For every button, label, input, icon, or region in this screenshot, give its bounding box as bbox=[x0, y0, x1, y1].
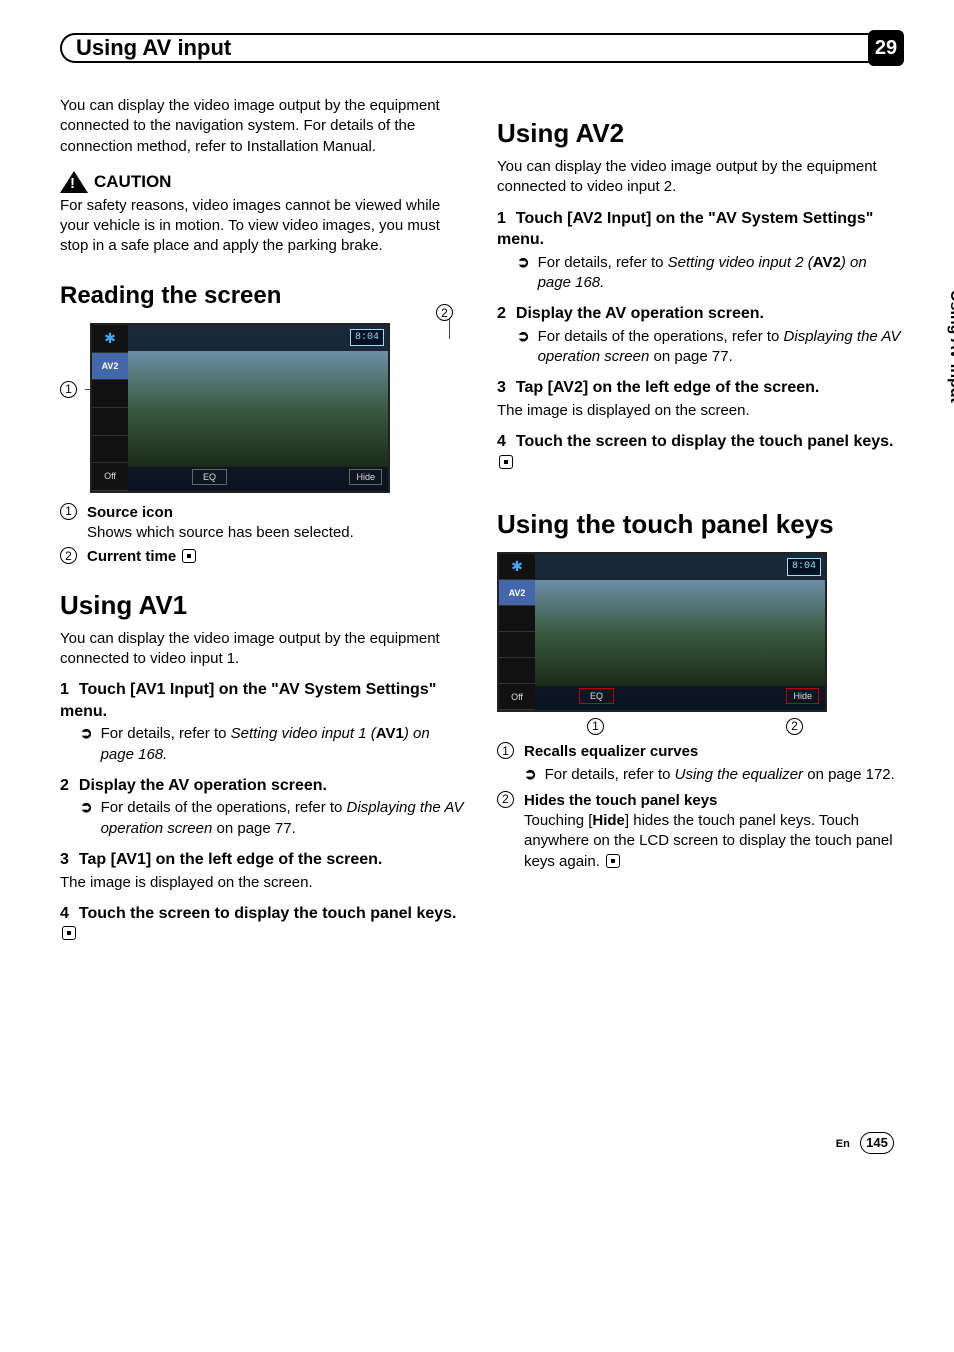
source-icon-desc: Shows which source has been selected. bbox=[87, 524, 354, 541]
av1-intro: You can display the video image output b… bbox=[60, 629, 467, 670]
page-footer: En 145 bbox=[497, 1132, 904, 1154]
ss-off: Off bbox=[499, 684, 535, 710]
heading-reading-screen: Reading the screen bbox=[60, 280, 467, 312]
annotation-2: 2 bbox=[436, 303, 457, 323]
av2-step-4: 4Touch the screen to display the touch p… bbox=[497, 431, 904, 473]
end-mark-icon bbox=[62, 926, 76, 940]
hides-keys-label: Hides the touch panel keys bbox=[524, 792, 717, 809]
caution-heading: CAUTION bbox=[94, 171, 171, 194]
ss-hide-button: Hide bbox=[349, 469, 382, 485]
av1-step-2: 2Display the AV operation screen. bbox=[60, 775, 467, 797]
ss-source-av2: AV2 bbox=[499, 580, 535, 606]
ss-eq-button-highlighted: EQ bbox=[579, 688, 614, 704]
heading-touch-panel: Using the touch panel keys bbox=[497, 507, 904, 542]
side-tab: Using AV input bbox=[944, 280, 954, 480]
ss-bluetooth-icon: ✱ bbox=[92, 325, 128, 353]
ss-item bbox=[499, 632, 535, 658]
av1-step-3: 3Tap [AV1] on the left edge of the scree… bbox=[60, 849, 467, 871]
ss-item bbox=[499, 606, 535, 632]
ss-hide-button-highlighted: Hide bbox=[786, 688, 819, 704]
ss-clock: 8:04 bbox=[787, 558, 821, 576]
circled-2-icon: 2 bbox=[60, 547, 77, 564]
ref-arrow-icon: ➲ bbox=[524, 765, 537, 785]
recalls-eq-label: Recalls equalizer curves bbox=[524, 743, 698, 760]
heading-av2: Using AV2 bbox=[497, 116, 904, 151]
circled-2-icon: 2 bbox=[497, 791, 514, 808]
ref-arrow-icon: ➲ bbox=[80, 798, 93, 839]
list-item-2: 2 Current time bbox=[60, 547, 467, 567]
av1-step-1-sub: ➲ For details, refer to Setting video in… bbox=[80, 724, 467, 765]
ref-arrow-icon: ➲ bbox=[517, 327, 530, 368]
ss-source-av2: AV2 bbox=[92, 353, 128, 381]
circled-1-icon: 1 bbox=[60, 503, 77, 520]
heading-av1: Using AV1 bbox=[60, 588, 467, 623]
current-time-label: Current time bbox=[87, 548, 176, 565]
tp-list-item-1: 1 Recalls equalizer curves ➲ For details… bbox=[497, 742, 904, 787]
av1-step-4: 4Touch the screen to display the touch p… bbox=[60, 903, 467, 945]
end-mark-icon bbox=[499, 455, 513, 469]
av2-step-3: 3Tap [AV2] on the left edge of the scree… bbox=[497, 377, 904, 399]
ref-arrow-icon: ➲ bbox=[517, 253, 530, 294]
end-mark-icon bbox=[182, 549, 196, 563]
screenshot-touch-panel: 8:04 ✱ AV2 Off EQ Hide 1 2 bbox=[497, 552, 904, 736]
hides-keys-body: Touching [Hide] hides the touch panel ke… bbox=[524, 812, 893, 870]
av2-step-1: 1Touch [AV2 Input] on the "AV System Set… bbox=[497, 208, 904, 251]
chapter-title-wrap: Using AV input bbox=[60, 33, 870, 63]
chapter-number-badge: 29 bbox=[868, 30, 904, 66]
ref-arrow-icon: ➲ bbox=[80, 724, 93, 765]
screenshot-reading: 2 1 8:04 ✱ AV2 Off EQ Hide bbox=[90, 323, 467, 493]
source-icon-label: Source icon bbox=[87, 504, 173, 521]
tp-list-item-2: 2 Hides the touch panel keys Touching [H… bbox=[497, 791, 904, 872]
ss-item bbox=[92, 436, 128, 464]
page-number: 145 bbox=[860, 1132, 894, 1154]
caution-icon bbox=[60, 171, 88, 193]
circled-1-icon: 1 bbox=[497, 742, 514, 759]
ss-item bbox=[92, 380, 128, 408]
caution-text: For safety reasons, video images cannot … bbox=[60, 196, 467, 257]
av2-intro: You can display the video image output b… bbox=[497, 157, 904, 198]
left-column: You can display the video image output b… bbox=[60, 96, 467, 1154]
list-item-1: 1 Source icon Shows which source has bee… bbox=[60, 503, 467, 544]
chapter-header: Using AV input 29 bbox=[60, 30, 904, 66]
ss-bluetooth-icon: ✱ bbox=[499, 554, 535, 580]
av2-step-3-body: The image is displayed on the screen. bbox=[497, 401, 904, 421]
av2-step-2: 2Display the AV operation screen. bbox=[497, 303, 904, 325]
chapter-title: Using AV input bbox=[76, 33, 231, 63]
ss-off: Off bbox=[92, 463, 128, 491]
annotation-2: 2 bbox=[786, 718, 803, 735]
ss-item bbox=[499, 658, 535, 684]
annotation-1: 1 bbox=[587, 718, 604, 735]
intro-paragraph: You can display the video image output b… bbox=[60, 96, 467, 157]
ss-clock: 8:04 bbox=[350, 329, 384, 347]
page-language: En bbox=[836, 1138, 850, 1150]
av1-step-1: 1Touch [AV1 Input] on the "AV System Set… bbox=[60, 679, 467, 722]
end-mark-icon bbox=[606, 854, 620, 868]
av2-step-2-sub: ➲ For details of the operations, refer t… bbox=[517, 327, 904, 368]
right-column: Using AV2 You can display the video imag… bbox=[497, 96, 904, 1154]
av2-step-1-sub: ➲ For details, refer to Setting video in… bbox=[517, 253, 904, 294]
av1-step-2-sub: ➲ For details of the operations, refer t… bbox=[80, 798, 467, 839]
ss-item bbox=[92, 408, 128, 436]
ss-eq-button: EQ bbox=[192, 469, 227, 485]
av1-step-3-body: The image is displayed on the screen. bbox=[60, 873, 467, 893]
